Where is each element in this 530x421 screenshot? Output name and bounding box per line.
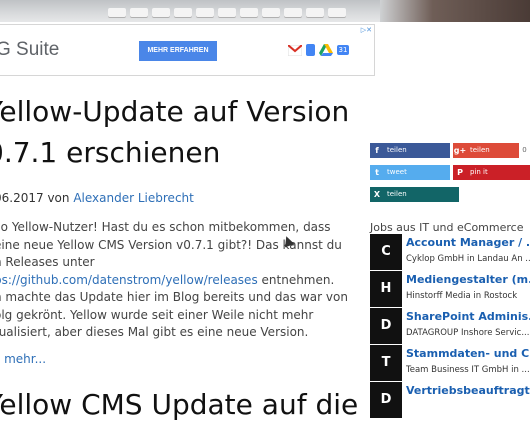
xing-share-button[interactable]: Xteilen [370,187,459,202]
read-more-link[interactable]: s mehr... [0,352,46,366]
job-company: Team Business IT GmbH in ... [406,365,530,375]
job-company-initial: D [370,382,402,418]
gmail-icon [288,44,302,56]
excerpt-line: llo Yellow-Nutzer! Hast du es schon mitb… [0,220,331,234]
excerpt-line: tualisiert, aber dieses Mal gibt es eine… [0,325,309,339]
job-title[interactable]: SharePoint Adminis... [406,310,530,323]
job-company-initial: C [370,234,402,270]
ad-choices-icon[interactable]: ▷✕ [361,26,372,34]
excerpt-line: n Releases unter [0,255,95,269]
excerpt-line: entnehmen. [257,272,335,287]
jobs-list: C Account Manager / ... Cyklop GmbH in L… [370,234,530,419]
job-item[interactable]: H Mediengestalter (m... Hinstorff Media … [370,271,530,307]
github-releases-link[interactable]: ps://github.com/datenstrom/yellow/releas… [0,273,258,287]
job-item[interactable]: D Vertriebsbeauftragt... [370,382,530,418]
docs-icon [306,44,315,56]
googleplus-count: 0 [519,143,530,158]
job-title[interactable]: Stammdaten- und C... [406,347,530,360]
article-meta: 06.2017 von Alexander Liebrecht [0,191,194,205]
article-excerpt: llo Yellow-Nutzer! Hast du es schon mitb… [0,219,348,342]
job-title[interactable]: Mediengestalter (m... [406,273,530,286]
ad-banner[interactable]: G Suite MEHR ERFAHREN 31 ▷✕ [0,24,375,76]
ad-app-icons: 31 [288,43,349,57]
article-by: von [47,191,70,205]
job-company: Cyklop GmbH in Landau An ... [406,254,530,264]
pinterest-share-button[interactable]: Ppin it [453,165,530,180]
excerpt-line: n machte das Update hier im Blog bereits… [0,290,348,304]
googleplus-share-button[interactable]: g+ teilen 0 [453,143,530,158]
ad-learn-more-button[interactable]: MEHR ERFAHREN [139,41,217,61]
job-company: DATAGROUP Inshore Servic... [406,328,530,338]
article-title-line-1[interactable]: Yellow-Update auf Version [0,95,349,128]
job-company-initial: T [370,345,402,381]
job-company-initial: H [370,271,402,307]
facebook-icon: f [375,146,379,155]
job-company: Hinstorff Media in Rostock [406,291,518,301]
xing-icon: X [373,190,381,199]
article-title-line-2[interactable]: 0.7.1 erschienen [0,136,220,169]
twitter-icon: t [375,168,379,177]
calendar-icon: 31 [337,45,349,55]
excerpt-line: olg gekrönt. Yellow wurde seit einer Wei… [0,307,314,322]
job-item[interactable]: T Stammdaten- und C... Team Business IT … [370,345,530,381]
author-link[interactable]: Alexander Liebrecht [73,191,194,205]
job-item[interactable]: D SharePoint Adminis... DATAGROUP Inshor… [370,308,530,344]
header-photo [0,0,530,22]
pinterest-icon: P [457,168,463,177]
twitter-share-button[interactable]: t tweet [370,165,450,180]
googleplus-icon: g+ [453,146,467,155]
gsuite-logo: G Suite [0,39,60,60]
job-company-initial: D [370,308,402,344]
drive-icon [319,44,333,56]
article-date: 06.2017 [0,191,44,205]
job-title[interactable]: Account Manager / ... [406,236,530,249]
job-title[interactable]: Vertriebsbeauftragt... [406,384,530,397]
jobs-widget-title: Jobs aus IT und eCommerce [370,221,524,234]
next-article-title[interactable]: Yellow CMS Update auf die [0,388,358,421]
job-item[interactable]: C Account Manager / ... Cyklop GmbH in L… [370,234,530,270]
facebook-share-button[interactable]: f teilen [370,143,450,158]
